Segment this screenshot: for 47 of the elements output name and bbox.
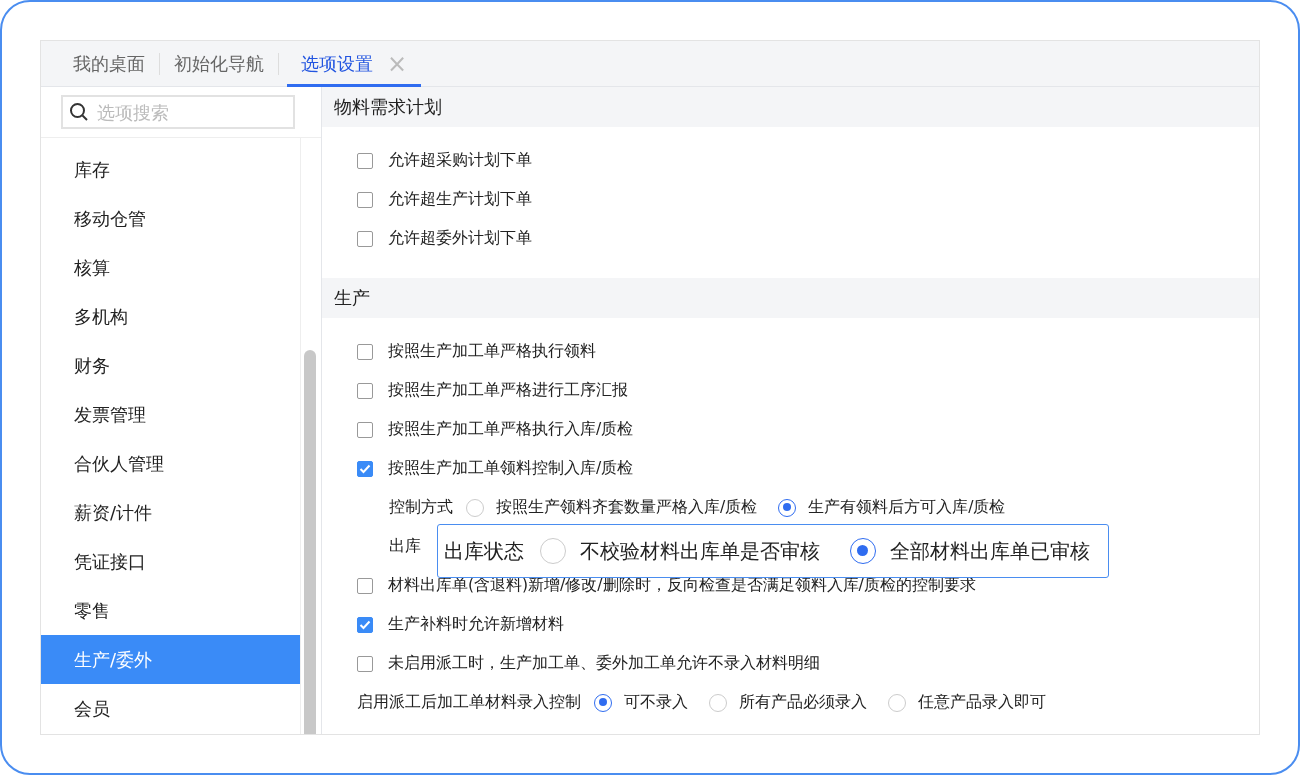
checkbox[interactable] <box>357 230 373 247</box>
tab[interactable]: 初始化导航 <box>160 41 278 87</box>
checkbox[interactable] <box>357 577 373 594</box>
option-label: 生产补料时允许新增材料 <box>388 614 564 635</box>
checkbox[interactable] <box>357 343 373 360</box>
callout-label: 出库状态 <box>444 537 524 565</box>
option-label: 按照生产加工单严格进行工序汇报 <box>388 380 628 401</box>
option-label: 未启用派工时，生产加工单、委外加工单允许不录入材料明细 <box>388 653 820 674</box>
checkbox[interactable] <box>357 191 373 208</box>
sidebar-item[interactable]: 合伙人管理 <box>41 439 300 488</box>
sidebar-item[interactable]: 多机构 <box>41 292 300 341</box>
option-label: 控制方式 <box>389 497 453 518</box>
option-label: 允许超委外计划下单 <box>388 228 532 249</box>
radio-label: 任意产品录入即可 <box>918 692 1046 713</box>
section-header: 物料需求计划 <box>322 87 1259 127</box>
scrollbar-thumb[interactable] <box>304 350 316 734</box>
sidebar-item[interactable]: 移动仓管 <box>41 194 300 243</box>
checkbox[interactable] <box>357 616 373 633</box>
checkbox[interactable] <box>357 152 373 169</box>
search-field[interactable]: 选项搜索 <box>61 95 295 129</box>
sidebar-item[interactable]: 会员 <box>41 684 300 733</box>
option-label: 启用派工后加工单材料录入控制 <box>357 692 581 713</box>
sidebar-item[interactable]: 零售 <box>41 586 300 635</box>
option-label: 允许超采购计划下单 <box>388 150 532 171</box>
sidebar-item[interactable]: 凭证接口 <box>41 537 300 586</box>
option-label: 按照生产加工单严格执行领料 <box>388 341 596 362</box>
checkbox[interactable] <box>357 382 373 399</box>
checkbox[interactable] <box>357 460 373 477</box>
tab[interactable]: 我的桌面 <box>59 41 159 87</box>
option-label: 允许超生产计划下单 <box>388 189 532 210</box>
checkbox[interactable] <box>357 421 373 438</box>
sidebar-item[interactable]: 库存 <box>41 145 300 194</box>
sidebar-item[interactable]: 核算 <box>41 243 300 292</box>
radio-label: 全部材料出库单已审核 <box>890 537 1090 565</box>
sidebar-item[interactable]: 发票管理 <box>41 390 300 439</box>
radio-label: 可不录入 <box>624 692 688 713</box>
option-label: 出库 <box>389 536 421 557</box>
radio-label: 生产有领料后方可入库/质检 <box>808 497 1006 518</box>
sidebar-item[interactable]: 财务 <box>41 341 300 390</box>
radio-label: 按照生产领料齐套数量严格入库/质检 <box>496 497 758 518</box>
option-label: 按照生产加工单领料控制入库/质检 <box>388 458 634 479</box>
radio-label: 所有产品必须录入 <box>739 692 867 713</box>
option-label: 按照生产加工单严格执行入库/质检 <box>388 419 634 440</box>
checkbox[interactable] <box>357 655 373 672</box>
radio-label: 不校验材料出库单是否审核 <box>580 537 820 565</box>
sidebar-item[interactable]: 薪资/计件 <box>41 488 300 537</box>
section-header: 生产 <box>322 278 1259 318</box>
